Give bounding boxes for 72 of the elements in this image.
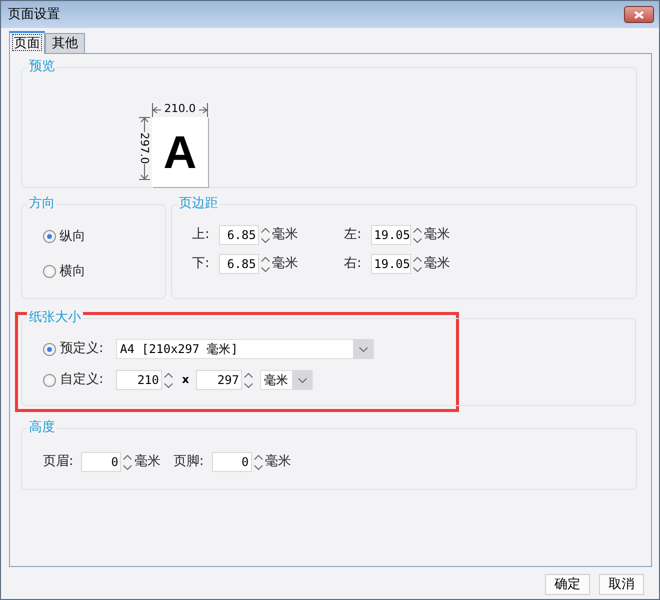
window-title: 页面设置 [8, 6, 60, 24]
field-label: 页眉: [43, 453, 74, 472]
number-field[interactable]: 297 [196, 370, 242, 390]
field-label: 上: [192, 226, 210, 244]
radio-label: 横向 [59, 262, 86, 280]
number-field[interactable]: 0 [81, 452, 122, 472]
chevron-up-icon [413, 228, 422, 232]
radio-button[interactable] [43, 230, 56, 244]
page-preview: A [152, 117, 208, 187]
radio-button[interactable] [43, 342, 56, 356]
chevron-down-icon [413, 238, 422, 242]
times-sign: x [182, 372, 190, 388]
radio-button[interactable] [43, 264, 56, 278]
unit-dropdown[interactable]: 毫米 [260, 370, 314, 390]
chevron-down-icon [254, 464, 263, 470]
number-field[interactable]: 6.85 [219, 254, 259, 274]
dropdown-value: 毫米 [263, 372, 290, 389]
dropdown-button[interactable] [353, 339, 373, 359]
chevron-up-icon [413, 256, 422, 262]
dropdown-button[interactable] [292, 370, 312, 390]
radio-label: 纵向 [59, 228, 86, 246]
chevron-up-icon [164, 372, 173, 378]
close-button[interactable] [624, 6, 654, 23]
dimension-arrow-icon [152, 102, 162, 116]
width-label: 210.0 [163, 101, 197, 118]
chevron-down-icon [413, 266, 422, 272]
number-field[interactable]: 210 [116, 370, 162, 390]
radio-label: 预定义: [60, 340, 104, 358]
chevron-up-icon [123, 454, 132, 460]
group-title: 纸张大小 [27, 310, 83, 326]
number-field[interactable]: 0 [212, 452, 252, 472]
chevron-down-icon [298, 378, 307, 382]
height-label: 297.0 [137, 132, 152, 164]
number-field[interactable]: 6.85 [219, 225, 259, 245]
dimension-arrow-icon [198, 102, 208, 116]
chevron-up-icon [261, 256, 270, 262]
chevron-up-icon [254, 454, 263, 460]
tab[interactable]: 其他 [45, 33, 85, 53]
unit-label: 毫米 [272, 226, 298, 244]
unit-label: 毫米 [272, 255, 298, 274]
number-field[interactable]: 19.05 [371, 254, 411, 274]
chevron-down-icon [358, 346, 368, 352]
chevron-up-icon [244, 372, 254, 378]
radio-button[interactable] [43, 374, 56, 386]
chevron-down-icon [261, 238, 270, 242]
radio-label: 自定义: [60, 371, 104, 390]
close-icon [634, 10, 644, 18]
unit-label: 毫米 [424, 226, 450, 244]
dialog-button[interactable]: 确定 [545, 574, 590, 595]
chevron-down-icon [244, 382, 254, 388]
group-title: 高度 [27, 420, 57, 436]
unit-label: 毫米 [134, 453, 160, 472]
chevron-down-icon [164, 382, 173, 388]
field-label: 左: [344, 226, 362, 244]
unit-label: 毫米 [424, 255, 450, 274]
dimension-arrow-icon [138, 117, 150, 133]
field-label: 下: [192, 255, 210, 274]
chevron-down-icon [123, 464, 132, 470]
unit-label: 毫米 [264, 453, 291, 472]
dimension-arrow-icon [138, 164, 150, 180]
number-field[interactable]: 19.05 [371, 225, 411, 245]
dropdown-value: A4 [210x297 毫米] [119, 341, 239, 358]
group-title: 方向 [27, 196, 57, 212]
field-label: 右: [344, 255, 362, 274]
group-title: 预览 [27, 59, 57, 75]
tab[interactable]: 页面 [9, 31, 45, 54]
chevron-down-icon [261, 266, 270, 272]
dropdown-field[interactable]: A4 [210x297 毫米] [116, 339, 374, 359]
chevron-up-icon [261, 228, 270, 232]
field-label: 页脚: [173, 453, 204, 472]
group-title: 页边距 [177, 196, 220, 212]
dialog-button[interactable]: 取消 [599, 574, 644, 595]
